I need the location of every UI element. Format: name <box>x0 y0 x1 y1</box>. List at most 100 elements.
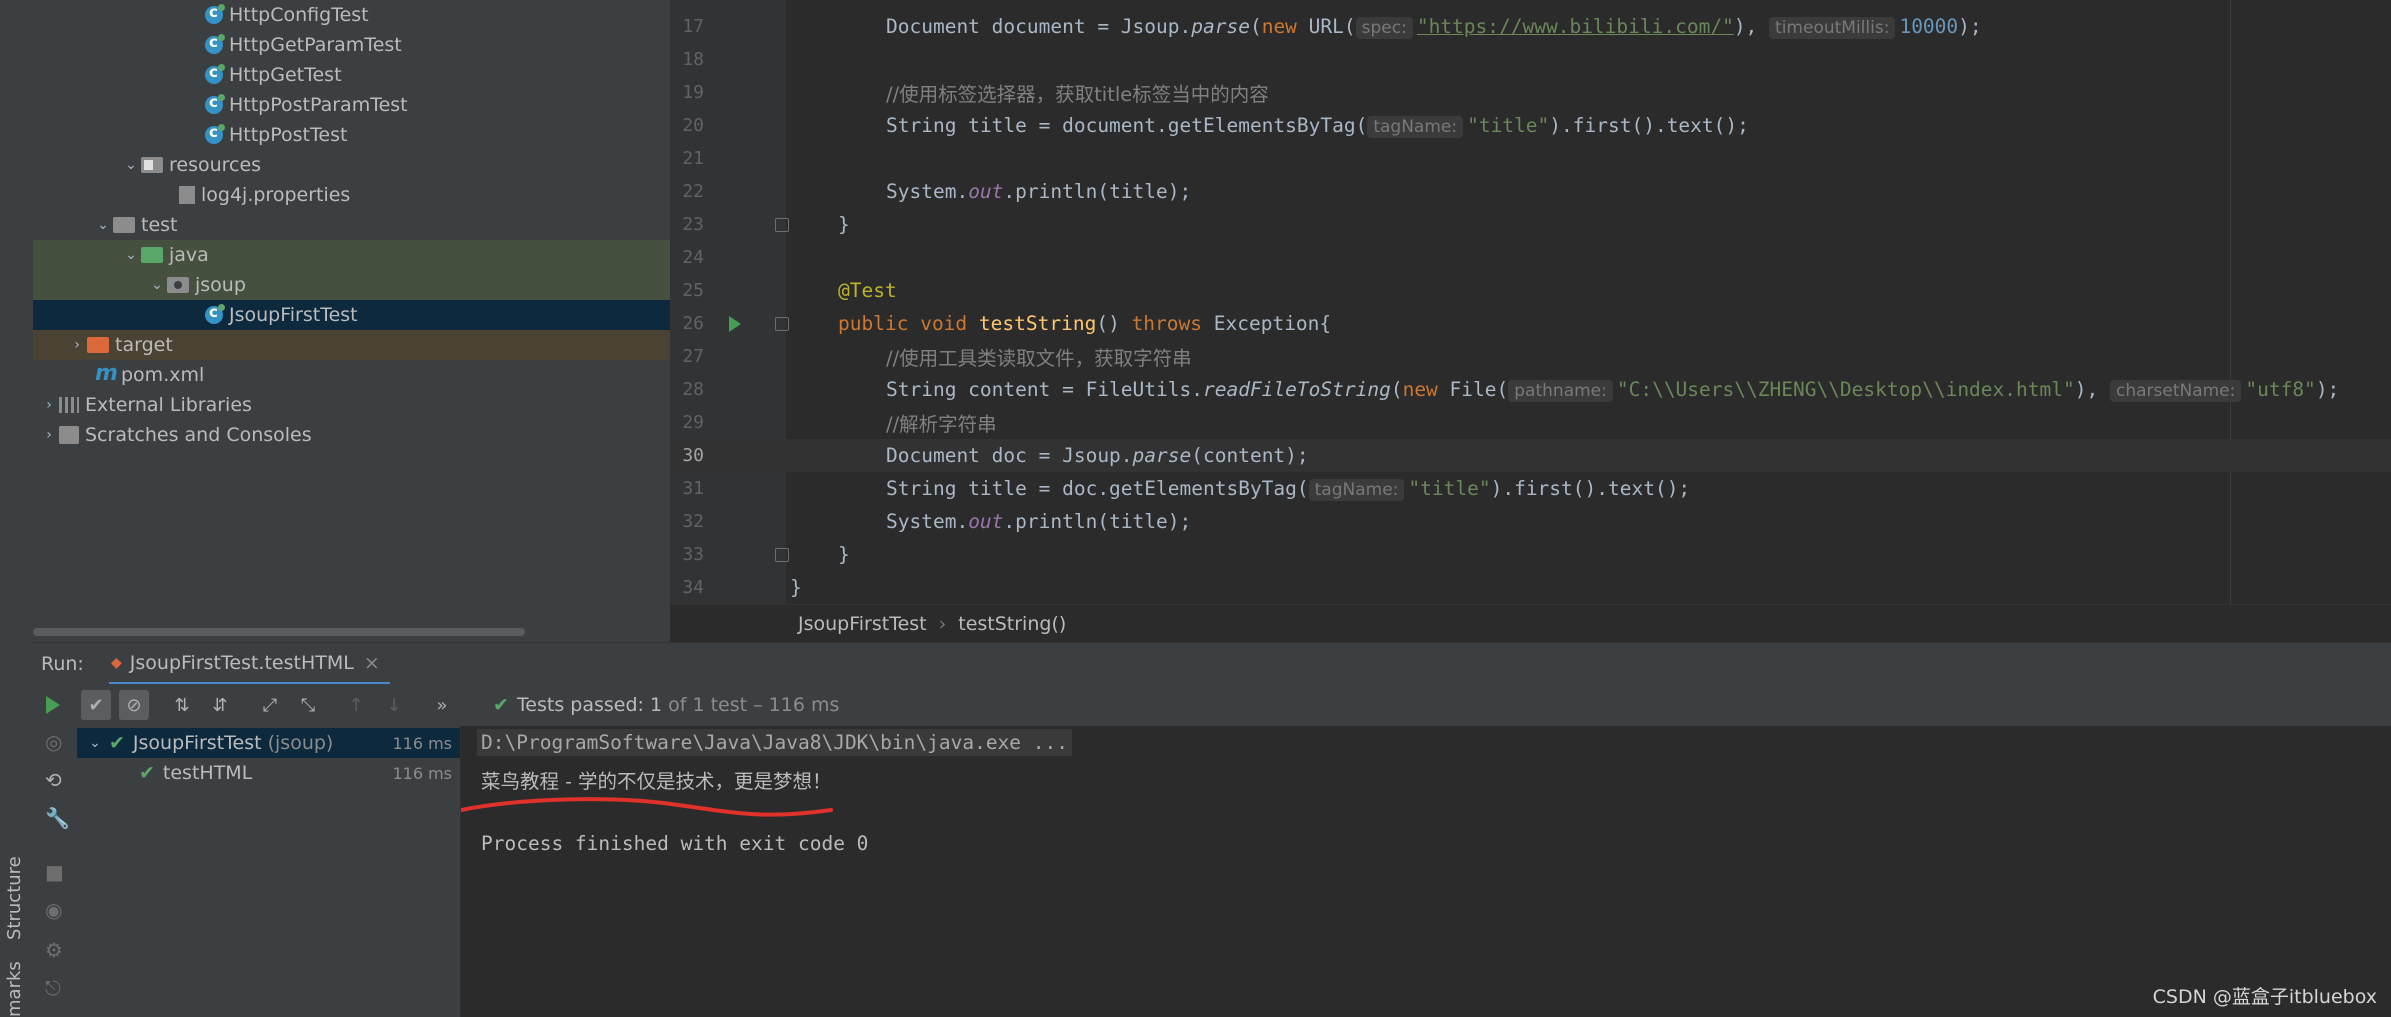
code-line: 29 //解析字符串 <box>682 412 997 436</box>
close-icon[interactable]: × <box>364 652 380 674</box>
tree-item-httpposttest[interactable]: HttpPostTest <box>33 120 670 150</box>
test-case-row[interactable]: ✔ testHTML 116 ms <box>77 758 460 788</box>
test-status: ✔ Tests passed: 1 of 1 test – 116 ms <box>493 694 840 716</box>
breadcrumb: JsoupFirstTest › testString() <box>670 604 2391 643</box>
gear-icon[interactable]: ⚙ <box>45 938 63 962</box>
project-tree-panel: HttpConfigTest HttpGetParamTest HttpGetT… <box>33 0 670 642</box>
exit-icon[interactable]: ⎋ <box>45 976 61 1000</box>
stop-icon[interactable]: ■ <box>45 860 64 884</box>
java-class-icon <box>205 303 225 324</box>
horizontal-scrollbar[interactable] <box>33 628 525 636</box>
run-config-icon: ◆ <box>111 654 122 671</box>
collapse-all-button[interactable]: ⤡ <box>293 690 323 720</box>
more-button[interactable]: » <box>427 690 457 720</box>
sort-alpha-button[interactable]: ⇅ <box>167 690 197 720</box>
code-line: 27 //使用工具类读取文件，获取字符串 <box>682 346 1192 370</box>
tree-item-log4j-properties[interactable]: log4j.properties <box>33 180 670 210</box>
tree-item-java[interactable]: ⌄ java <box>33 240 670 270</box>
chevron-down-icon[interactable]: ⌄ <box>121 157 141 173</box>
code-line: 28 String content = FileUtils.readFileTo… <box>682 378 2340 402</box>
folder-icon <box>113 217 135 233</box>
code-line: 33 } <box>682 543 850 566</box>
arrow-up-icon: ↑ <box>348 694 364 716</box>
code-line: 34 } <box>682 576 802 599</box>
test-suite-row[interactable]: ⌄ ✔ JsoupFirstTest (jsoup) 116 ms <box>77 728 460 758</box>
run-panel-header: Run: ◆ JsoupFirstTest.testHTML × <box>33 642 2391 685</box>
sort-duration-button[interactable]: ⇵ <box>205 690 235 720</box>
code-editor[interactable]: 17 Document document = Jsoup.parse(new U… <box>670 0 2391 604</box>
sort-duration-icon: ⇵ <box>212 694 228 716</box>
chevron-down-icon[interactable]: ⌄ <box>93 217 113 233</box>
java-class-icon <box>205 3 225 24</box>
code-line: 23 } <box>682 213 850 236</box>
java-class-icon <box>205 63 225 84</box>
code-line: 20 String title = document.getElementsBy… <box>682 114 1749 138</box>
rerun-button[interactable] <box>38 690 68 720</box>
code-line: 22 System.out.println(title); <box>682 180 1192 203</box>
code-line: 25 @Test <box>682 279 897 302</box>
camera-icon[interactable]: ◉ <box>45 898 62 922</box>
tree-item-resources[interactable]: ⌄ resources <box>33 150 670 180</box>
tree-item-scratches[interactable]: › Scratches and Consoles <box>33 420 670 450</box>
code-line-current: 30 Document doc = Jsoup.parse(content); <box>670 439 2391 472</box>
run-toolbar: ✔ ⊘ ⇅ ⇵ ⤢ ⤡ ↑ ↓ » ✔ Tests passed: 1 of 1… <box>33 684 2391 726</box>
code-line: 18 <box>682 49 704 70</box>
show-passed-button[interactable]: ✔ <box>81 690 111 720</box>
package-icon <box>167 277 189 293</box>
run-test-icon[interactable] <box>729 316 741 332</box>
passed-icon: ✔ <box>109 732 125 754</box>
arrow-down-icon: ↓ <box>386 694 402 716</box>
tree-item-target[interactable]: › target <box>33 330 670 360</box>
test-results-tree: ⌄ ✔ JsoupFirstTest (jsoup) 116 ms ✔ test… <box>77 726 461 1017</box>
history-icon[interactable]: ⟲ <box>45 768 62 792</box>
tree-item-httpgetparamtest[interactable]: HttpGetParamTest <box>33 30 670 60</box>
chevron-down-icon[interactable]: ⌄ <box>121 247 141 263</box>
java-class-icon <box>205 33 225 54</box>
fold-marker-icon[interactable] <box>775 218 789 232</box>
tree-item-external-libraries[interactable]: › External Libraries <box>33 390 670 420</box>
check-icon: ✔ <box>493 694 509 716</box>
structure-tab[interactable]: Structure <box>4 856 25 940</box>
ignored-icon: ⊘ <box>126 694 142 716</box>
chevron-right-icon[interactable]: › <box>39 427 59 443</box>
collapse-all-icon: ⤡ <box>300 694 316 716</box>
fold-marker-icon[interactable] <box>775 548 789 562</box>
tree-item-jsoupfirsttest[interactable]: JsoupFirstTest <box>33 300 670 330</box>
code-line: 32 System.out.println(title); <box>682 510 1192 533</box>
console-command-line[interactable]: D:\ProgramSoftware\Java\Java8\JDK\bin\ja… <box>477 729 1072 756</box>
breadcrumb-method[interactable]: testString() <box>958 613 1066 635</box>
check-icon: ✔ <box>88 694 104 716</box>
sort-alpha-icon: ⇅ <box>174 694 190 716</box>
passed-icon: ✔ <box>139 762 155 784</box>
next-failed-button[interactable]: ↓ <box>379 690 409 720</box>
play-icon <box>46 696 60 714</box>
console-output-line: 菜鸟教程 - 学的不仅是技术，更是梦想！ <box>481 770 832 793</box>
code-line: 26 public void testString() throws Excep… <box>682 312 1332 335</box>
expand-all-icon: ⤢ <box>262 694 278 716</box>
chevron-right-icon[interactable]: › <box>67 337 87 353</box>
breadcrumb-class[interactable]: JsoupFirstTest <box>798 613 927 635</box>
show-ignored-button[interactable]: ⊘ <box>119 690 149 720</box>
expand-all-button[interactable]: ⤢ <box>255 690 285 720</box>
tree-item-httpconfigtest[interactable]: HttpConfigTest <box>33 0 670 30</box>
tree-item-pom-xml[interactable]: pom.xml <box>33 360 670 390</box>
left-tool-strip: Structure marks <box>0 0 34 1017</box>
bookmarks-tab[interactable]: marks <box>4 961 25 1017</box>
tree-item-httppostparamtest[interactable]: HttpPostParamTest <box>33 90 670 120</box>
tree-item-jsoup[interactable]: ⌄ jsoup <box>33 270 670 300</box>
wrench-icon[interactable]: 🔧 <box>45 806 70 830</box>
run-tab-jsoupfirsttest[interactable]: ◆ JsoupFirstTest.testHTML × <box>109 643 390 685</box>
watermark: CSDN @蓝盒子itbluebox <box>2152 986 2377 1008</box>
tree-item-httpgettest[interactable]: HttpGetTest <box>33 60 670 90</box>
run-label: Run: <box>41 653 84 675</box>
tree-item-test[interactable]: ⌄ test <box>33 210 670 240</box>
toggle-autotest-icon[interactable]: ◎ <box>45 730 62 754</box>
resources-folder-icon <box>141 157 163 173</box>
chevron-right-icon[interactable]: › <box>39 397 59 413</box>
previous-failed-button[interactable]: ↑ <box>341 690 371 720</box>
chevron-down-icon[interactable]: ⌄ <box>147 277 167 293</box>
chevron-down-icon[interactable]: ⌄ <box>85 735 105 751</box>
fold-marker-icon[interactable] <box>775 317 789 331</box>
console-output[interactable]: D:\ProgramSoftware\Java\Java8\JDK\bin\ja… <box>461 726 2391 1017</box>
test-source-folder-icon <box>141 247 163 263</box>
